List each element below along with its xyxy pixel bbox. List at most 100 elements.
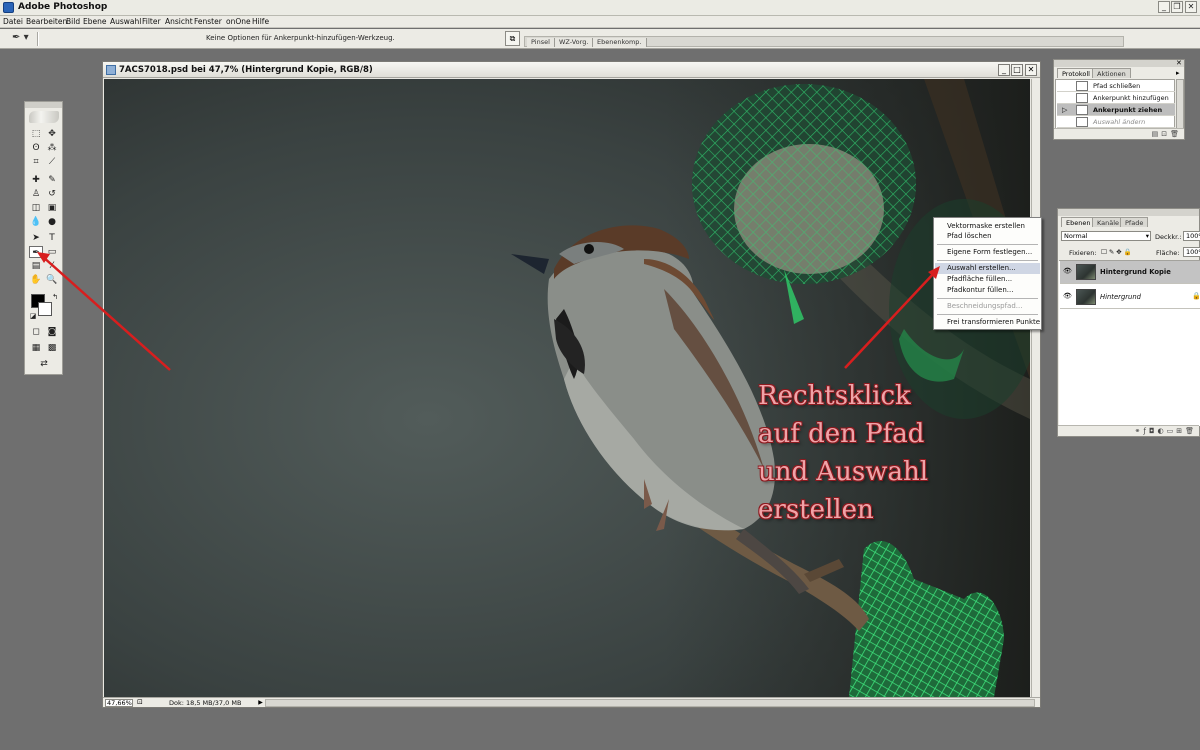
tab-pfade[interactable]: Pfade <box>1120 217 1149 227</box>
menu-item-pfadkontur-fuellen[interactable]: Pfadkontur füllen... <box>935 285 1040 296</box>
healing-brush-icon[interactable]: ✚ <box>29 174 43 186</box>
layer-name[interactable]: Hintergrund <box>1100 293 1141 301</box>
marquee-tool-icon[interactable]: ⬚ <box>29 128 43 140</box>
status-preview-icon[interactable]: ⊡ <box>137 698 143 706</box>
history-item-current[interactable]: ▷ Ankerpunkt ziehen <box>1057 104 1175 116</box>
menu-auswahl[interactable]: Auswahl <box>110 17 141 26</box>
panel-close-icon[interactable]: ✕ <box>1176 59 1182 67</box>
layer-row-hintergrund-kopie[interactable]: 👁 Hintergrund Kopie <box>1060 261 1200 284</box>
zoom-tool-icon[interactable]: 🔍 <box>45 274 59 286</box>
feather-icon[interactable] <box>29 111 59 123</box>
eraser-tool-icon[interactable]: ◫ <box>29 202 43 214</box>
menu-item-frei-transformieren-punkte[interactable]: Frei transformieren Punkte <box>935 317 1040 328</box>
menu-item-pfadflaeche-fuellen[interactable]: Pfadfläche füllen... <box>935 274 1040 285</box>
new-document-from-state-icon[interactable]: ▤ <box>1152 130 1162 138</box>
toolbox-grip[interactable] <box>25 102 62 108</box>
menu-hilfe[interactable]: Hilfe <box>252 17 269 26</box>
layer-mask-icon[interactable]: ◘ <box>1149 427 1158 435</box>
panel-menu-icon[interactable]: ▸ <box>1176 69 1180 77</box>
doc-close-icon[interactable]: ✕ <box>1025 64 1037 76</box>
menu-ebene[interactable]: Ebene <box>83 17 106 26</box>
new-snapshot-icon[interactable]: ⊡ <box>1161 130 1170 138</box>
menu-fenster[interactable]: Fenster <box>194 17 222 26</box>
lasso-tool-icon[interactable]: ʘ <box>29 142 43 154</box>
standard-mode-icon[interactable]: ◻ <box>29 326 43 338</box>
well-tab-wz-vorg[interactable]: WZ-Vorg. <box>555 38 594 47</box>
menu-onone[interactable]: onOne <box>226 17 251 26</box>
minimize-icon[interactable]: _ <box>1158 1 1170 13</box>
history-state-slider-icon[interactable]: ▷ <box>1062 106 1067 114</box>
magic-wand-icon[interactable]: ⁂ <box>45 142 59 154</box>
restore-icon[interactable]: ❐ <box>1171 1 1183 13</box>
lock-position-icon[interactable]: ✥ <box>1116 248 1123 256</box>
status-menu-arrow-icon[interactable]: ▶ <box>257 699 264 707</box>
delete-layer-icon[interactable]: 🗑 <box>1185 427 1197 435</box>
screen-mode-full-icon[interactable]: ▩ <box>45 342 59 354</box>
history-item[interactable]: Ankerpunkt hinzufügen <box>1057 92 1175 104</box>
horizontal-scrollbar[interactable] <box>265 699 1035 707</box>
layer-row-hintergrund[interactable]: 👁 Hintergrund 🔒 <box>1060 286 1200 309</box>
type-tool-icon[interactable]: T <box>45 232 59 244</box>
tab-aktionen[interactable]: Aktionen <box>1092 68 1131 78</box>
tool-preset-picker[interactable]: ✒ ▾ <box>12 32 34 45</box>
hand-tool-icon[interactable]: ✋ <box>29 274 43 286</box>
blend-mode-select[interactable]: Normal ▾ <box>1061 231 1151 241</box>
eye-icon[interactable]: 👁 <box>1063 293 1072 300</box>
dodge-tool-icon[interactable]: ● <box>45 216 59 228</box>
doc-maximize-icon[interactable]: □ <box>1011 64 1023 76</box>
panel-grip[interactable] <box>1058 209 1199 216</box>
palette-well-icon[interactable]: ⧉ <box>505 31 520 46</box>
close-icon[interactable]: ✕ <box>1185 1 1197 13</box>
lock-transparency-icon[interactable]: ☐ <box>1101 248 1109 256</box>
background-color-swatch[interactable] <box>38 302 52 316</box>
menu-item-eigene-form-festlegen[interactable]: Eigene Form festlegen... <box>935 247 1040 258</box>
lock-all-icon[interactable]: 🔒 <box>1124 248 1134 256</box>
layer-group-icon[interactable]: ▭ <box>1167 427 1177 435</box>
fill-field[interactable]: 100% <box>1183 247 1200 257</box>
menu-item-pfad-loeschen[interactable]: Pfad löschen <box>935 231 1040 242</box>
tab-protokoll[interactable]: Protokoll <box>1057 68 1095 78</box>
quick-mask-icon[interactable]: ◙ <box>45 326 59 338</box>
path-selection-icon[interactable]: ➤ <box>29 232 43 244</box>
clone-stamp-icon[interactable]: ♙ <box>29 188 43 200</box>
eyedropper-icon[interactable]: ⁄ <box>45 260 59 272</box>
history-item[interactable]: Auswahl ändern <box>1057 116 1175 128</box>
swap-colors-icon[interactable]: ↰ <box>48 291 62 303</box>
delete-state-icon[interactable]: 🗑 <box>1170 130 1182 138</box>
gradient-tool-icon[interactable]: ▣ <box>45 202 59 214</box>
add-anchor-point-tool-icon[interactable]: ✒ <box>29 246 43 258</box>
menu-ansicht[interactable]: Ansicht <box>165 17 193 26</box>
vertical-scrollbar[interactable] <box>1031 79 1040 697</box>
jump-to-imageready-icon[interactable]: ⇄ <box>34 358 54 370</box>
new-layer-icon[interactable]: ⊞ <box>1176 427 1185 435</box>
slice-tool-icon[interactable]: ⟋ <box>45 156 59 168</box>
history-brush-icon[interactable]: ↺ <box>45 188 59 200</box>
doc-minimize-icon[interactable]: _ <box>998 64 1010 76</box>
notes-tool-icon[interactable]: ▤ <box>29 260 43 272</box>
eye-icon[interactable]: 👁 <box>1063 268 1072 275</box>
blur-tool-icon[interactable]: 💧 <box>29 216 43 228</box>
zoom-level-field[interactable]: 47,66% <box>105 699 133 707</box>
brush-tool-icon[interactable]: ✎ <box>45 174 59 186</box>
menu-bearbeiten[interactable]: Bearbeiten <box>26 17 67 26</box>
shape-tool-icon[interactable]: ▭ <box>45 246 59 258</box>
default-colors-icon[interactable]: ◪ <box>26 310 40 322</box>
menu-item-auswahl-erstellen[interactable]: Auswahl erstellen... <box>935 263 1040 274</box>
opacity-field[interactable]: 100% <box>1183 231 1200 241</box>
move-tool-icon[interactable]: ✥ <box>45 128 59 140</box>
tab-ebenen[interactable]: Ebenen <box>1061 217 1096 227</box>
panel-grip[interactable] <box>1054 60 1184 67</box>
menu-datei[interactable]: Datei <box>3 17 23 26</box>
blend-mode-value: Normal <box>1064 232 1088 240</box>
screen-mode-standard-icon[interactable]: ▦ <box>29 342 43 354</box>
well-tab-pinsel[interactable]: Pinsel <box>527 38 555 47</box>
menu-bild[interactable]: Bild <box>66 17 80 26</box>
well-tab-ebenenkomp[interactable]: Ebenenkomp. <box>593 38 647 47</box>
history-item[interactable]: Pfad schließen <box>1057 80 1175 92</box>
menu-filter[interactable]: Filter <box>142 17 161 26</box>
history-scrollbar[interactable] <box>1176 79 1184 129</box>
layer-name[interactable]: Hintergrund Kopie <box>1100 268 1171 276</box>
adjustment-layer-icon[interactable]: ◐ <box>1158 427 1167 435</box>
crop-tool-icon[interactable]: ⌗ <box>29 156 43 168</box>
document-title-bar[interactable]: 7ACS7018.psd bei 47,7% (Hintergrund Kopi… <box>103 62 1040 78</box>
